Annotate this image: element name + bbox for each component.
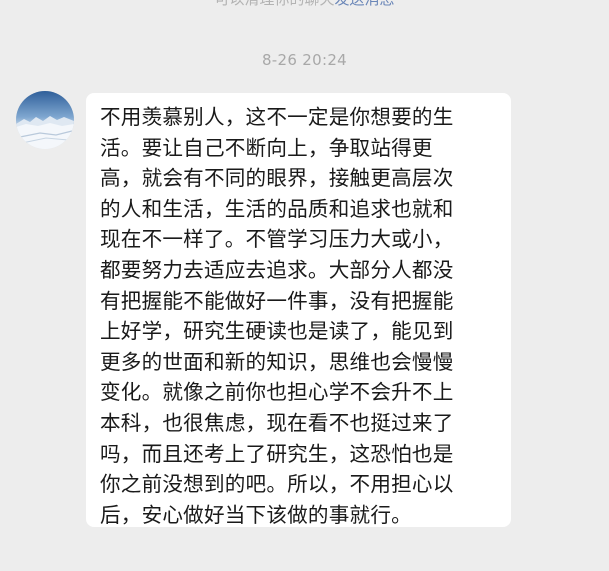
message-line: 不用羡慕别人，这不一定是你想要的生 <box>100 105 454 129</box>
avatar[interactable] <box>16 91 74 149</box>
message-line: 更多的世面和新的知识，思维也会慢慢 <box>100 349 454 374</box>
snowy-landscape-avatar-icon <box>16 91 74 149</box>
message-line: 高，就会有不同的眼界，接触更高层次 <box>100 166 454 191</box>
message-line: 变化。就像之前你也担心学不会升不上 <box>100 380 454 405</box>
message-line: 吗，而且还考上了研究生，这恐怕也是 <box>100 441 454 466</box>
system-notice-partial: 可以清理你的聊天发送消息 <box>0 0 609 9</box>
message-line: 后，安心做好当下该做的事就行。 <box>100 502 412 527</box>
message-line: 都要努力去适应去追求。大部分人都没 <box>100 257 454 282</box>
message-bubble[interactable]: 不用羡慕别人，这不一定是你想要的生 活。要让自己不断向上，争取站得更 高，就会有… <box>86 93 511 527</box>
message-line: 的人和生活，生活的品质和追求也就和 <box>100 196 454 221</box>
message-line: 上好学，研究生硬读也是读了，能见到 <box>100 319 454 344</box>
message-text: 不用羡慕别人，这不一定是你想要的生 活。要让自己不断向上，争取站得更 高，就会有… <box>100 102 511 530</box>
message-line: 活。要让自己不断向上，争取站得更 <box>100 135 433 160</box>
message-line: 有把握能不能做好一件事，没有把握能 <box>100 288 454 313</box>
message-line: 现在不一样了。不管学习压力大或小， <box>100 227 454 252</box>
message-timestamp: 8-26 20:24 <box>261 51 348 69</box>
message-line: 本科，也很焦虑，现在看不也挺过来了 <box>100 410 454 435</box>
system-notice-text: 可以清理你的聊天 <box>214 0 334 8</box>
system-notice-link[interactable]: 发送消息 <box>335 0 395 8</box>
message-line: 你之前没想到的吧。所以，不用担心以 <box>100 472 454 497</box>
